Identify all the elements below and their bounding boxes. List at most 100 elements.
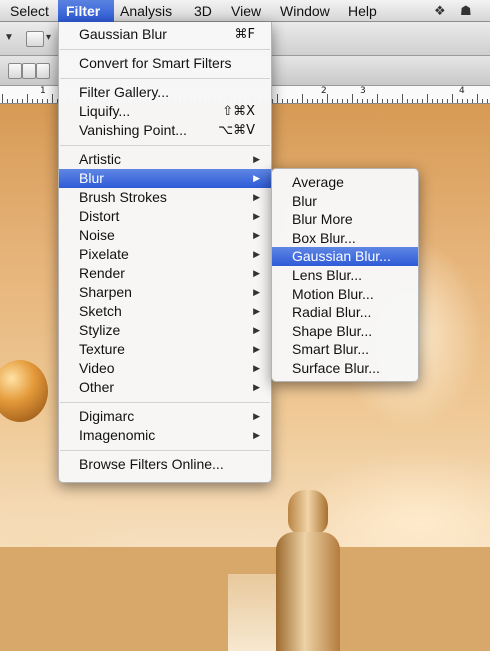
menu-item-sketch[interactable]: Sketch ▶ (59, 302, 271, 321)
menu-select[interactable]: Select (2, 0, 57, 22)
menu-item-imagenomic[interactable]: Imagenomic ▶ (59, 426, 271, 445)
submenu-item-blur[interactable]: Blur (272, 192, 418, 211)
menu-separator (60, 402, 270, 403)
align-right-icon[interactable] (36, 63, 50, 79)
ruler-tick (457, 99, 458, 103)
menu-item-label: Stylize (79, 322, 121, 338)
menu-item-label: Liquify... (79, 103, 131, 119)
ruler-tick (7, 99, 8, 103)
ruler-tick (482, 99, 483, 103)
submenu-arrow-icon: ▶ (253, 192, 260, 202)
marquee-tool-icon[interactable] (26, 31, 44, 47)
menu-item-label: Surface Blur... (292, 360, 380, 376)
blur-submenu: Average Blur Blur More Box Blur... Gaussian … (271, 168, 419, 382)
submenu-arrow-icon: ▶ (253, 211, 260, 221)
menu-item-brush-strokes[interactable]: Brush Strokes ▶ (59, 188, 271, 207)
align-center-icon[interactable] (22, 63, 36, 79)
submenu-arrow-icon: ▶ (253, 287, 260, 297)
menu-item-label: Pixelate (79, 246, 129, 262)
menu-item-stylize[interactable]: Stylize ▶ (59, 321, 271, 340)
menu-item-other[interactable]: Other ▶ (59, 378, 271, 397)
ruler-tick (422, 99, 423, 103)
ruler-tick (362, 99, 363, 103)
shortcut-label: ⌘F (234, 27, 255, 42)
menu-item-label: Smart Blur... (292, 341, 370, 358)
menu-separator (60, 145, 270, 146)
menu-item-label: Convert for Smart Filters (79, 55, 232, 71)
menu-help[interactable]: Help (340, 0, 385, 22)
submenu-item-motion-blur[interactable]: Motion Blur... (272, 285, 418, 304)
menu-item-filter-gallery[interactable]: Filter Gallery... (59, 83, 271, 102)
submenu-item-box-blur[interactable]: Box Blur... (272, 229, 418, 248)
ruler-tick (347, 99, 348, 103)
ruler-tick (302, 94, 303, 103)
ruler-tick (282, 99, 283, 103)
submenu-arrow-icon: ▶ (253, 344, 260, 354)
menu-item-gaussian-blur[interactable]: Gaussian Blur ⌘F (59, 25, 271, 44)
ruler-tick (387, 99, 388, 103)
menu-item-label: Video (79, 360, 115, 376)
pharaoh-statue-image (270, 484, 346, 651)
submenu-item-average[interactable]: Average (272, 173, 418, 192)
ruler-tick (32, 99, 33, 103)
hat-icon[interactable]: ☗ (460, 3, 472, 19)
menu-item-label: Blur (79, 170, 104, 186)
submenu-arrow-icon: ▶ (253, 154, 260, 164)
menu-item-video[interactable]: Video ▶ (59, 359, 271, 378)
menu-3d[interactable]: 3D (186, 0, 220, 22)
menu-analysis[interactable]: Analysis (112, 0, 180, 22)
menu-item-render[interactable]: Render ▶ (59, 264, 271, 283)
ruler-tick (432, 99, 433, 103)
menu-item-pixelate[interactable]: Pixelate ▶ (59, 245, 271, 264)
menu-item-liquify[interactable]: Liquify... ⇧⌘X (59, 102, 271, 121)
shortcut-label: ⇧⌘X (222, 104, 255, 119)
menu-item-sharpen[interactable]: Sharpen ▶ (59, 283, 271, 302)
menu-item-distort[interactable]: Distort ▶ (59, 207, 271, 226)
ruler-tick (357, 99, 358, 103)
ruler-tick (17, 99, 18, 103)
menu-item-noise[interactable]: Noise ▶ (59, 226, 271, 245)
menu-item-label: Artistic (79, 151, 121, 167)
menu-item-convert-for-smart-filters[interactable]: Convert for Smart Filters (59, 54, 271, 73)
menu-filter[interactable]: Filter (58, 0, 114, 22)
menu-item-artistic[interactable]: Artistic ▶ (59, 150, 271, 169)
menu-item-label: Browse Filters Online... (79, 456, 224, 472)
menu-window[interactable]: Window (272, 0, 338, 22)
ruler-tick (417, 99, 418, 103)
ruler-tick (337, 99, 338, 103)
submenu-item-smart-blur[interactable]: Smart Blur... (272, 340, 418, 359)
chevron-down-icon[interactable]: ▾ (46, 32, 51, 43)
ruler-tick (382, 99, 383, 103)
menu-item-label: Gaussian Blur... (292, 248, 391, 265)
menu-item-blur[interactable]: Blur ▶ (59, 169, 271, 188)
ruler-tick (307, 99, 308, 103)
menu-item-texture[interactable]: Texture ▶ (59, 340, 271, 359)
submenu-arrow-icon: ▶ (253, 382, 260, 392)
submenu-item-lens-blur[interactable]: Lens Blur... (272, 266, 418, 285)
ruler-tick (342, 99, 343, 103)
menu-separator (60, 78, 270, 79)
ruler-tick (327, 94, 328, 103)
menu-item-digimarc[interactable]: Digimarc ▶ (59, 407, 271, 426)
ruler-label: 1 (40, 86, 46, 96)
submenu-item-shape-blur[interactable]: Shape Blur... (272, 322, 418, 341)
ruler-tick (397, 99, 398, 103)
ruler-tick (42, 99, 43, 103)
menu-item-vanishing-point[interactable]: Vanishing Point... ⌥⌘V (59, 121, 271, 140)
ruler-tick (22, 99, 23, 103)
menu-item-label: Imagenomic (79, 427, 156, 443)
submenu-arrow-icon: ▶ (253, 430, 260, 440)
submenu-item-radial-blur[interactable]: Radial Blur... (272, 303, 418, 322)
dropbox-icon[interactable]: ❖ (434, 3, 446, 19)
align-left-icon[interactable] (8, 63, 22, 79)
submenu-item-surface-blur[interactable]: Surface Blur... (272, 359, 418, 378)
menu-view[interactable]: View (223, 0, 269, 22)
submenu-item-gaussian-blur[interactable]: Gaussian Blur... (272, 247, 418, 267)
dropdown-arrow-icon[interactable]: ▼ (4, 32, 14, 43)
submenu-arrow-icon: ▶ (253, 173, 260, 183)
submenu-item-blur-more[interactable]: Blur More (272, 210, 418, 229)
ruler-tick (467, 99, 468, 103)
ruler-tick (412, 99, 413, 103)
menu-item-browse-filters-online[interactable]: Browse Filters Online... (59, 455, 271, 474)
ruler-tick (407, 99, 408, 103)
